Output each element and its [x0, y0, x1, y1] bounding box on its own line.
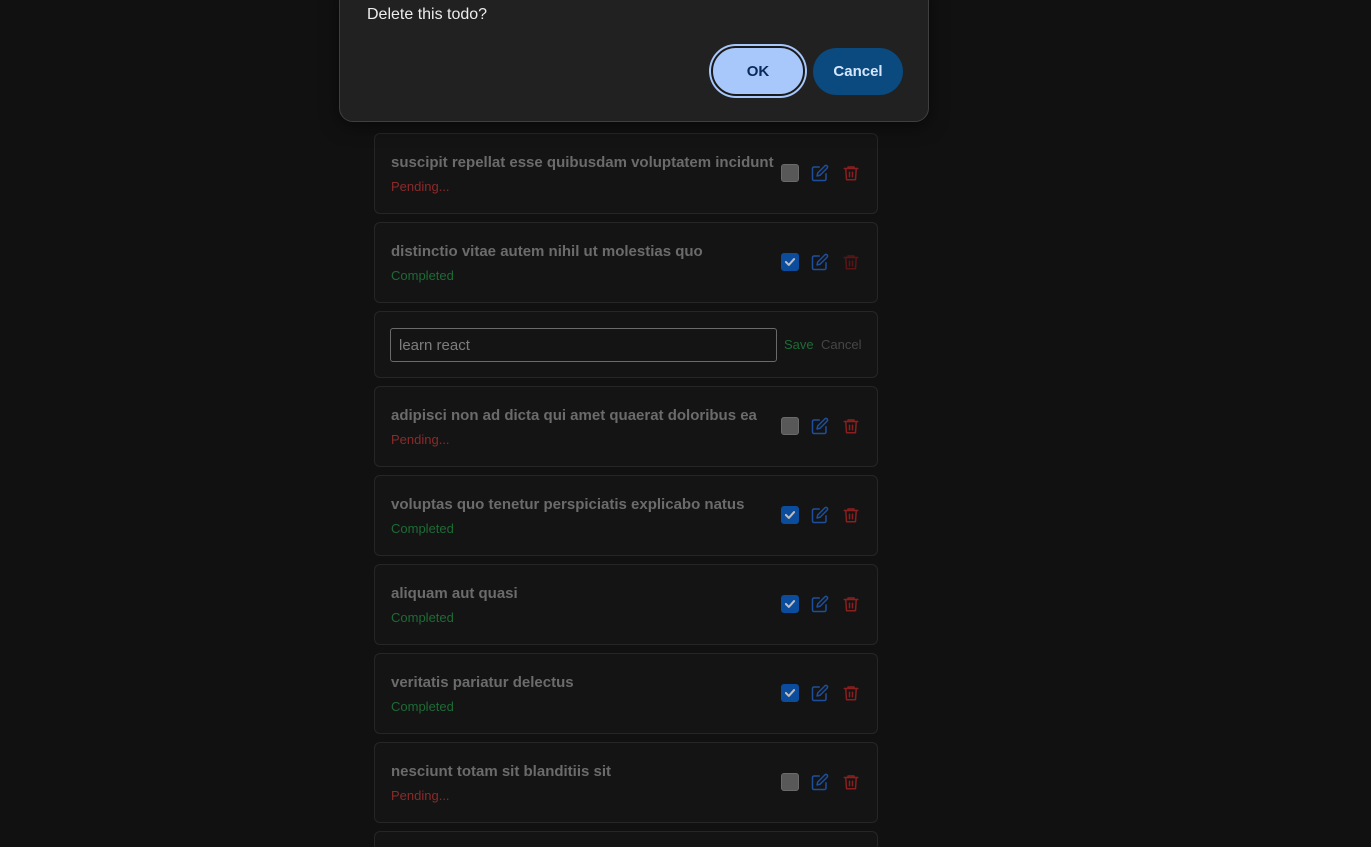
todo-app-page: suscipit repellat esse quibusdam volupta…: [0, 0, 1371, 847]
check-icon: [784, 258, 796, 266]
todo-title: aliquam aut quasi: [391, 585, 518, 602]
todo-actions: [781, 252, 861, 272]
edit-todo-input[interactable]: [390, 328, 777, 362]
todo-item: suscipit repellat esse quibusdam volupta…: [374, 133, 878, 214]
complete-checkbox[interactable]: [781, 595, 799, 613]
todo-title: voluptas quo tenetur perspiciatis explic…: [391, 496, 745, 513]
check-icon: [784, 600, 796, 608]
todo-status: Pending...: [391, 179, 450, 194]
todo-title: adipisci non ad dicta qui amet quaerat d…: [391, 407, 757, 424]
todo-item: adipisci non ad dicta qui amet quaerat d…: [374, 386, 878, 467]
edit-icon[interactable]: [810, 163, 830, 183]
todo-status: Completed: [391, 699, 454, 714]
complete-checkbox[interactable]: [781, 417, 799, 435]
check-icon: [784, 689, 796, 697]
trash-icon[interactable]: [841, 505, 861, 525]
todo-actions: [781, 594, 861, 614]
confirm-dialog: Delete this todo? OK Cancel: [339, 0, 929, 122]
todo-status: Pending...: [391, 788, 450, 803]
complete-checkbox[interactable]: [781, 684, 799, 702]
todo-title: distinctio vitae autem nihil ut molestia…: [391, 243, 703, 260]
todo-title: nesciunt totam sit blanditiis sit: [391, 763, 612, 780]
todo-actions: [781, 683, 861, 703]
todo-item-editing: Save Cancel: [374, 311, 878, 378]
check-icon: [784, 511, 796, 519]
todo-status: Completed: [391, 268, 454, 283]
edit-icon[interactable]: [810, 252, 830, 272]
todo-actions: [781, 416, 861, 436]
todo-actions: [781, 772, 861, 792]
trash-icon[interactable]: [841, 163, 861, 183]
todo-item: nesciunt totam sit blanditiis sit Pendin…: [374, 742, 878, 823]
edit-icon[interactable]: [810, 505, 830, 525]
dialog-message: Delete this todo?: [367, 6, 488, 23]
trash-icon[interactable]: [841, 683, 861, 703]
save-button[interactable]: Save: [784, 337, 814, 352]
trash-icon[interactable]: [841, 252, 861, 272]
todo-title: veritatis pariatur delectus: [391, 674, 574, 691]
todo-item: [374, 831, 878, 847]
cancel-button[interactable]: Cancel: [813, 48, 903, 95]
trash-icon[interactable]: [841, 772, 861, 792]
edit-icon[interactable]: [810, 416, 830, 436]
todo-actions: [781, 505, 861, 525]
trash-icon[interactable]: [841, 594, 861, 614]
ok-button[interactable]: OK: [711, 46, 805, 96]
complete-checkbox[interactable]: [781, 164, 799, 182]
cancel-edit-button[interactable]: Cancel: [821, 337, 861, 352]
todo-list: suscipit repellat esse quibusdam volupta…: [374, 133, 878, 847]
todo-status: Pending...: [391, 432, 450, 447]
todo-title: suscipit repellat esse quibusdam volupta…: [391, 154, 774, 171]
trash-icon[interactable]: [841, 416, 861, 436]
todo-item: aliquam aut quasi Completed: [374, 564, 878, 645]
complete-checkbox[interactable]: [781, 773, 799, 791]
todo-status: Completed: [391, 521, 454, 536]
todo-status: Completed: [391, 610, 454, 625]
complete-checkbox[interactable]: [781, 506, 799, 524]
todo-item: distinctio vitae autem nihil ut molestia…: [374, 222, 878, 303]
complete-checkbox[interactable]: [781, 253, 799, 271]
todo-item: veritatis pariatur delectus Completed: [374, 653, 878, 734]
edit-icon[interactable]: [810, 772, 830, 792]
edit-icon[interactable]: [810, 594, 830, 614]
edit-icon[interactable]: [810, 683, 830, 703]
todo-actions: [781, 163, 861, 183]
todo-item: voluptas quo tenetur perspiciatis explic…: [374, 475, 878, 556]
